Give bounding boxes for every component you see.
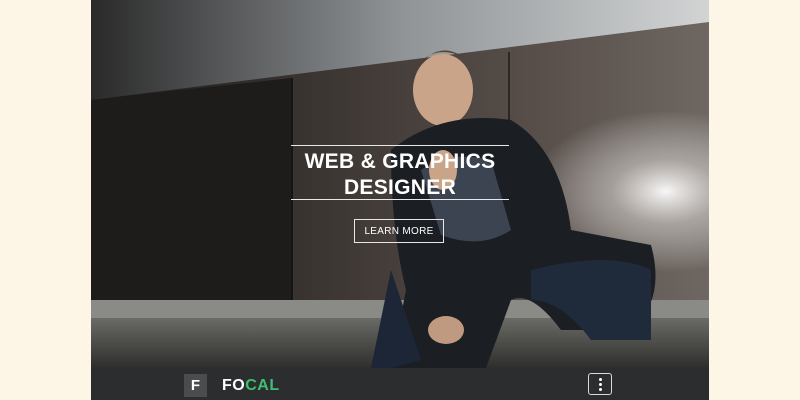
hero-headline: WEB & GRAPHICS DESIGNER: [291, 145, 509, 200]
brand-name[interactable]: FOCAL: [222, 374, 280, 397]
logo-icon[interactable]: F: [184, 374, 207, 397]
brand-name-part-1: FO: [222, 377, 246, 394]
hero-section: WEB & GRAPHICS DESIGNER LEARN MORE: [91, 0, 709, 368]
headline-line-1: WEB & GRAPHICS: [304, 150, 496, 173]
page: WEB & GRAPHICS DESIGNER LEARN MORE F FOC…: [0, 0, 800, 400]
headline-line-2: DESIGNER: [343, 176, 457, 199]
brand-name-part-2: CAL: [245, 377, 280, 394]
learn-more-button[interactable]: LEARN MORE: [354, 219, 444, 243]
site-frame: WEB & GRAPHICS DESIGNER LEARN MORE F FOC…: [91, 0, 709, 400]
bottom-navbar: F FOCAL: [91, 368, 709, 400]
menu-button[interactable]: [588, 373, 612, 395]
